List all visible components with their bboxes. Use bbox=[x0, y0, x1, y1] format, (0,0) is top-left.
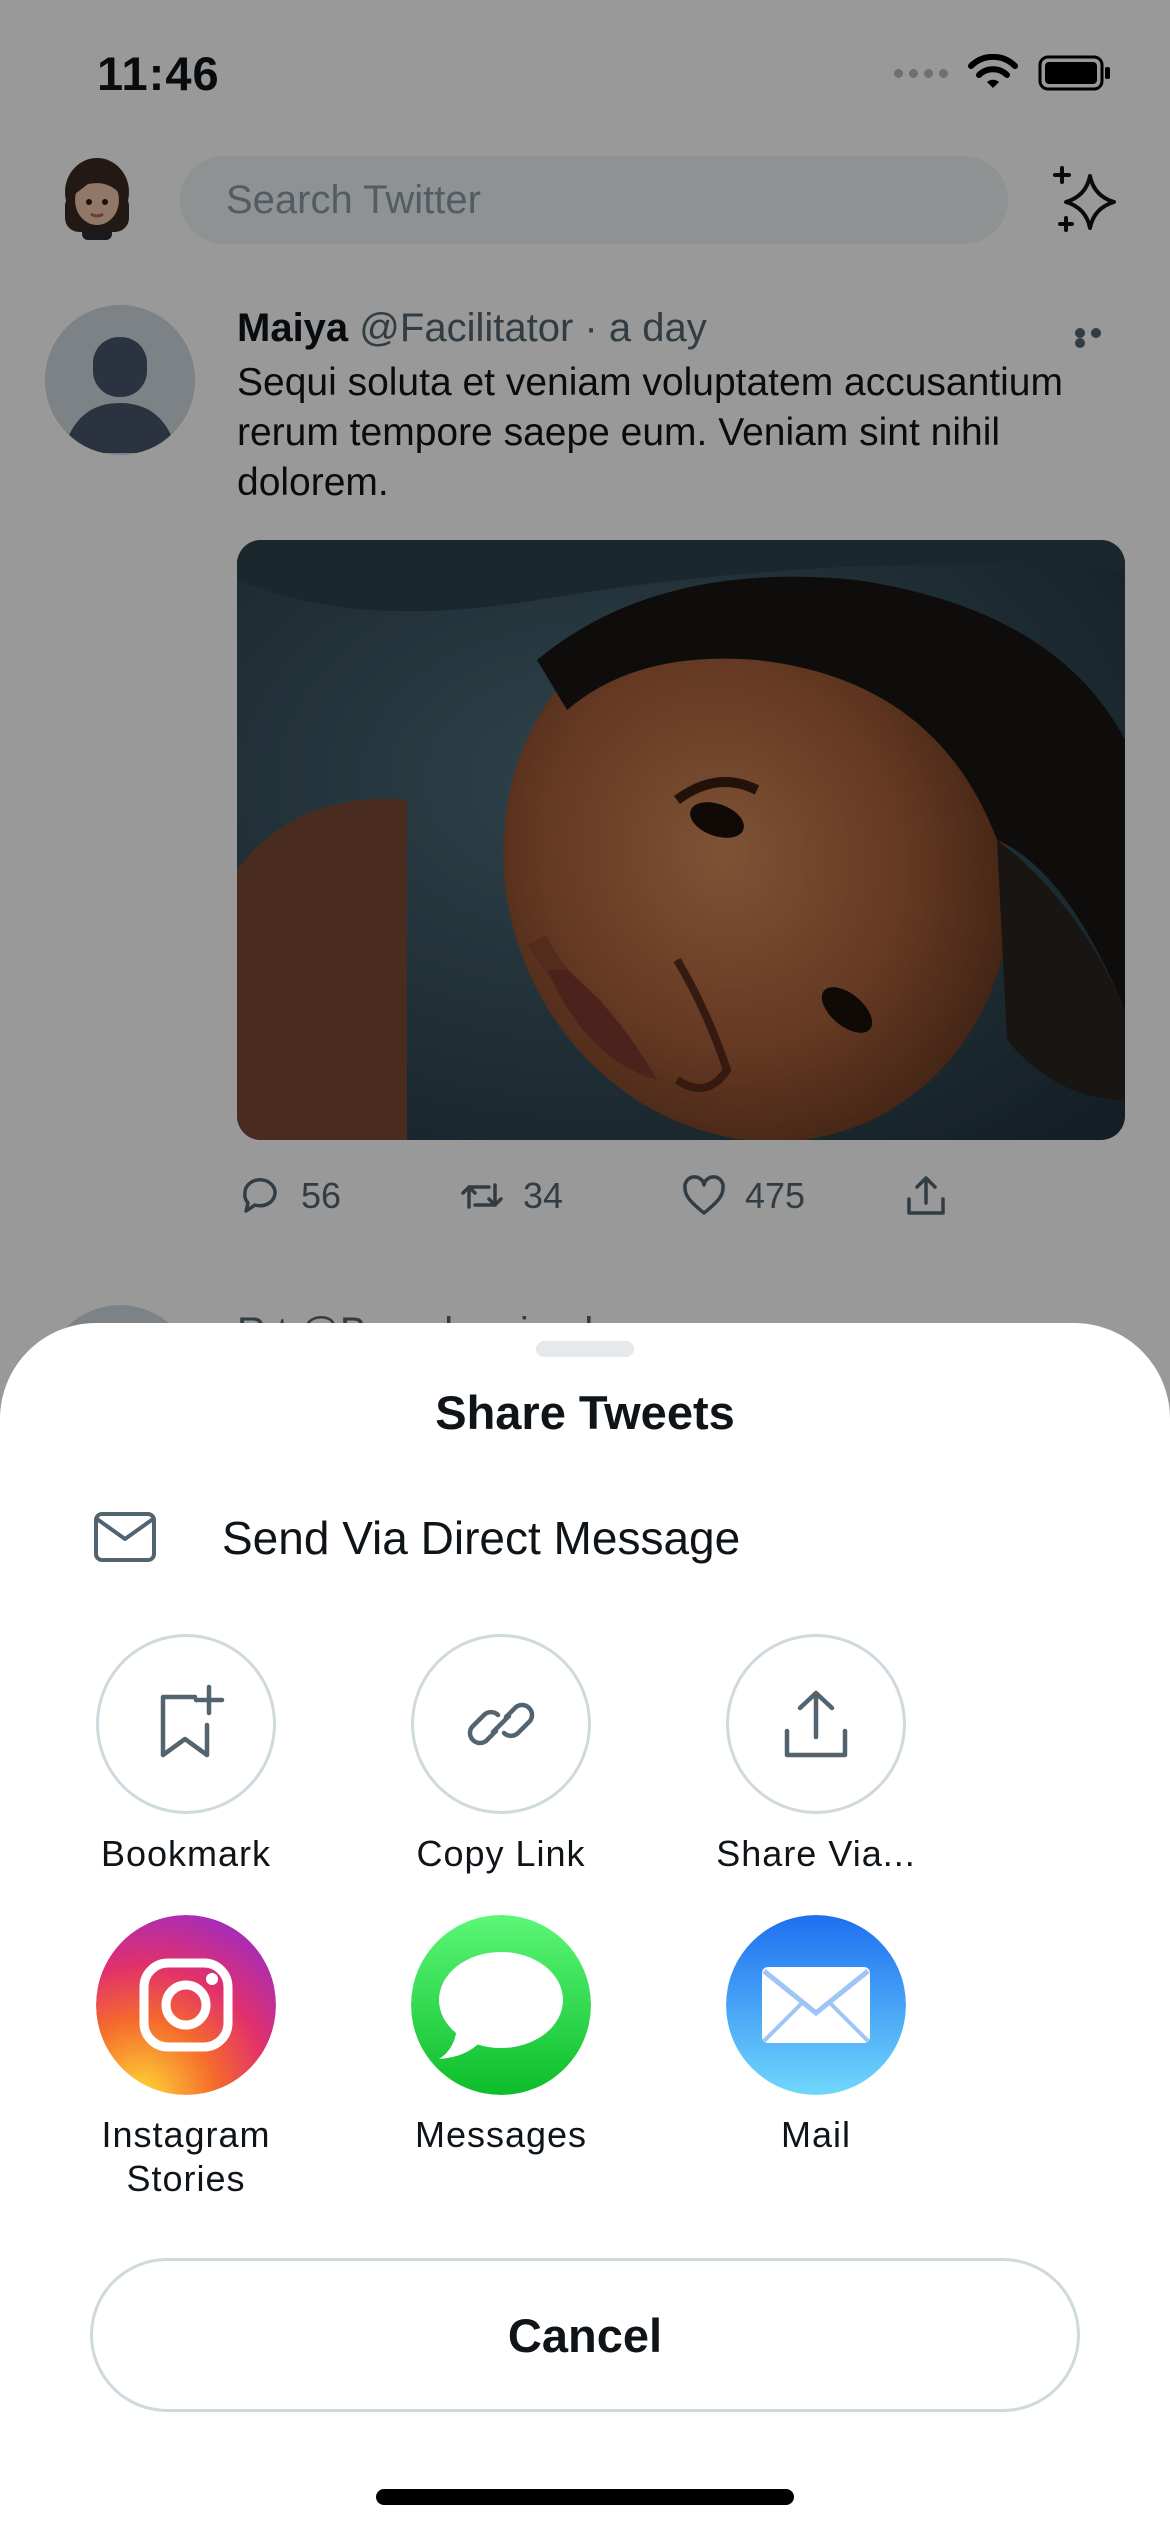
instagram-stories-label: Instagram Stories bbox=[66, 2113, 306, 2201]
cancel-button[interactable]: Cancel bbox=[90, 2258, 1080, 2412]
mail-option[interactable]: Mail bbox=[696, 1915, 936, 2157]
mail-icon[interactable] bbox=[726, 1915, 906, 2095]
messages-option[interactable]: Messages bbox=[381, 1915, 621, 2157]
share-sheet: Share Tweets Send Via Direct Message Boo… bbox=[0, 1323, 1170, 2532]
instagram-stories-label-line2: Stories bbox=[126, 2158, 246, 2199]
copy-link-option[interactable]: Copy Link bbox=[381, 1634, 621, 1876]
share-via-button[interactable] bbox=[726, 1634, 906, 1814]
sheet-title: Share Tweets bbox=[435, 1386, 735, 1439]
cancel-label: Cancel bbox=[507, 2308, 663, 2362]
send-direct-message-row[interactable]: Send Via Direct Message bbox=[0, 1485, 1170, 1585]
bookmark-label: Bookmark bbox=[100, 1833, 272, 1874]
share-via-option[interactable]: Share Via... bbox=[696, 1634, 936, 1876]
link-icon bbox=[467, 1702, 535, 1746]
sheet-grabber[interactable] bbox=[536, 1341, 634, 1357]
direct-message-label: Send Via Direct Message bbox=[222, 1512, 741, 1564]
bookmark-add-icon bbox=[160, 1684, 225, 1758]
messages-icon[interactable] bbox=[411, 1915, 591, 2095]
mail-label: Mail bbox=[780, 2114, 851, 2155]
bookmark-button[interactable] bbox=[96, 1634, 276, 1814]
home-indicator[interactable] bbox=[376, 2489, 794, 2505]
instagram-stories-label-line1: Instagram bbox=[101, 2114, 271, 2155]
instagram-stories-option[interactable]: Instagram Stories bbox=[66, 1915, 306, 2201]
share-upload-icon bbox=[784, 1690, 848, 1758]
instagram-icon[interactable] bbox=[96, 1915, 276, 2095]
bookmark-option[interactable]: Bookmark bbox=[66, 1634, 306, 1876]
messages-label: Messages bbox=[414, 2114, 588, 2155]
envelope-icon bbox=[94, 1512, 156, 1562]
copy-link-button[interactable] bbox=[411, 1634, 591, 1814]
copy-link-label: Copy Link bbox=[416, 1833, 586, 1874]
share-via-label: Share Via... bbox=[716, 1833, 916, 1874]
